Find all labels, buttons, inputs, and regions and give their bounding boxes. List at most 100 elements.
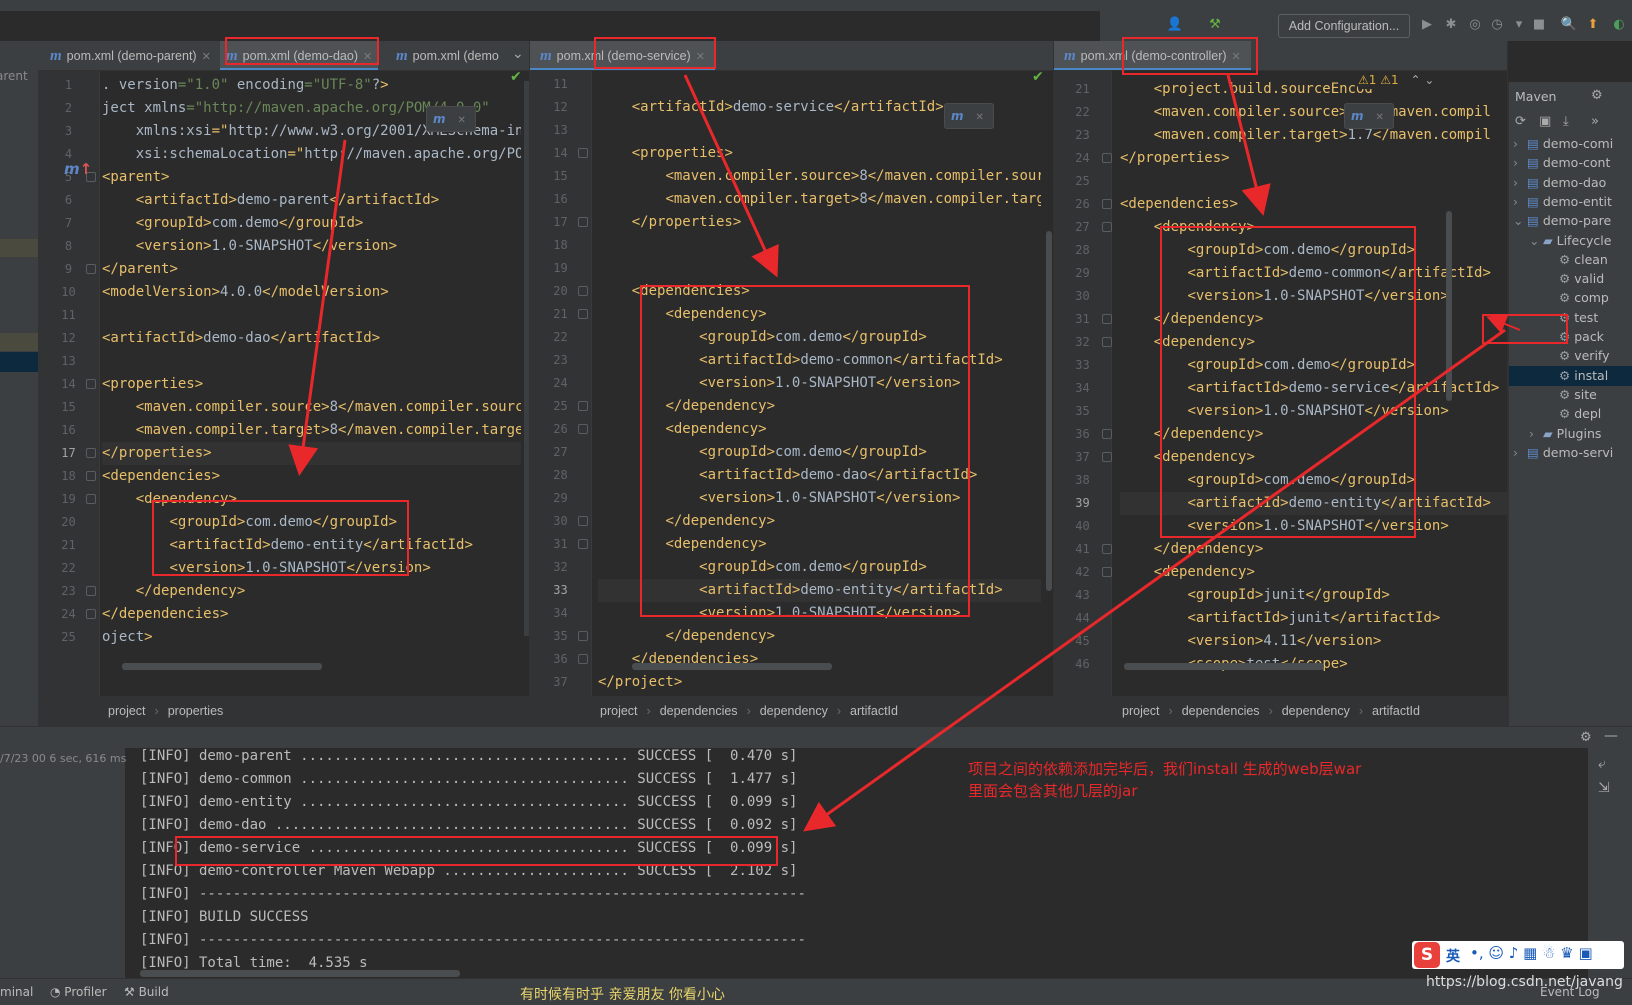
chevron-down-icon[interactable]: ⌄ <box>1424 73 1434 87</box>
chevron-up-icon[interactable]: ⌃ <box>1410 73 1420 87</box>
tab-pom-demo-service[interactable]: m pom.xml (demo-service) ✕ <box>530 41 715 70</box>
horizontal-scrollbar[interactable] <box>632 663 832 670</box>
code-area[interactable]: <artifactId>demo-service</artifactId> <p… <box>598 71 1041 696</box>
maven-tree-item[interactable]: › ▤ demo-servi <box>1509 443 1632 463</box>
plugin-icon[interactable]: ◐ <box>1610 16 1628 34</box>
build-tab[interactable]: ⚒ Build <box>124 979 169 1005</box>
profiler-tab[interactable]: ◔ Profiler <box>50 979 107 1005</box>
breadcrumb-item[interactable]: dependencies <box>660 697 738 725</box>
soft-wrap-icon[interactable]: ⤶ <box>1598 756 1606 772</box>
reload-icon[interactable]: ⟳ <box>1515 114 1526 129</box>
close-icon[interactable]: ✕ <box>1232 51 1241 63</box>
breadcrumb-item[interactable]: properties <box>168 697 224 725</box>
chevron-icon[interactable]: › <box>1529 424 1543 444</box>
fold-marker[interactable] <box>1102 153 1112 163</box>
stop-icon[interactable]: ■ <box>1530 16 1548 34</box>
fold-marker[interactable] <box>86 494 96 504</box>
chevron-icon[interactable]: › <box>1513 134 1527 154</box>
maven-tree-item[interactable]: ⚙ test <box>1509 308 1632 328</box>
fold-marker[interactable] <box>1102 429 1112 439</box>
fold-marker[interactable] <box>578 217 588 227</box>
vertical-scrollbar[interactable] <box>1446 211 1452 401</box>
chevron-down-icon[interactable]: ⌄ <box>512 46 524 62</box>
tab-pom-demo-more[interactable]: m pom.xml (demo <box>396 41 499 70</box>
breadcrumb-item[interactable]: project <box>108 697 146 725</box>
fold-marker[interactable] <box>86 586 96 596</box>
maven-tree-item[interactable]: › ▤ demo-comi <box>1509 134 1632 154</box>
profile-icon[interactable]: ◷ <box>1488 16 1506 34</box>
fold-marker[interactable] <box>1102 337 1112 347</box>
fold-marker[interactable] <box>578 309 588 319</box>
fold-marker[interactable] <box>86 264 96 274</box>
fold-marker[interactable] <box>1102 567 1112 577</box>
breadcrumb-item[interactable]: project <box>600 697 638 725</box>
chevron-icon[interactable]: › <box>1513 192 1527 212</box>
maven-tree-item[interactable]: ⚙ depl <box>1509 404 1632 424</box>
ime-tool-icons[interactable]: •, ☺ ♪ ▦ ☃ ♛ ▣ <box>1470 944 1593 962</box>
breadcrumb-item[interactable]: artifactId <box>1372 697 1420 725</box>
fold-marker[interactable] <box>578 401 588 411</box>
maven-reload-popup[interactable]: m ✕ <box>426 106 476 132</box>
folder-icon[interactable]: ▣ <box>1539 114 1551 129</box>
close-icon[interactable]: ✕ <box>696 51 705 63</box>
close-icon[interactable]: ✕ <box>363 51 372 63</box>
chevron-icon[interactable]: › <box>1513 443 1527 463</box>
fold-marker[interactable] <box>86 448 96 458</box>
breadcrumb-item[interactable]: artifactId <box>850 697 898 725</box>
maven-tree-item[interactable]: ⚙ comp <box>1509 288 1632 308</box>
maven-tree-item[interactable]: › ▤ demo-cont <box>1509 153 1632 173</box>
breadcrumb-item[interactable]: dependencies <box>1182 697 1260 725</box>
fold-marker[interactable] <box>1102 314 1112 324</box>
chevron-icon[interactable]: ⌄ <box>1513 211 1527 231</box>
maven-tree-item[interactable]: › ▰ Plugins <box>1509 424 1632 444</box>
build-hammer-icon[interactable]: ⚒ <box>1206 16 1224 34</box>
coverage-icon[interactable]: ◎ <box>1466 16 1484 34</box>
code-area[interactable]: . version="1.0" encoding="UTF-8"?> ject x… <box>102 71 521 696</box>
fold-marker[interactable] <box>1102 452 1112 462</box>
vertical-scrollbar[interactable] <box>1046 231 1052 591</box>
fold-marker[interactable] <box>578 631 588 641</box>
fold-marker[interactable] <box>1102 222 1112 232</box>
inspection-widget[interactable]: ⚠1 ⚠1 ⌃ ⌄ <box>1358 71 1507 89</box>
horizontal-scrollbar[interactable] <box>1124 663 1324 670</box>
chevron-icon[interactable]: › <box>1513 153 1527 173</box>
breadcrumb-item[interactable]: project <box>1122 697 1160 725</box>
minimize-icon[interactable]: — <box>1604 728 1618 744</box>
download-icon[interactable]: ⤓ <box>1563 114 1569 129</box>
maven-tree-item[interactable]: › ▤ demo-entit <box>1509 192 1632 212</box>
fold-marker[interactable] <box>86 471 96 481</box>
console-scrollbar[interactable] <box>140 970 460 977</box>
override-marker-icon[interactable]: m↑ <box>64 160 92 178</box>
run-icon[interactable]: ▶ <box>1418 16 1436 34</box>
maven-tree-item[interactable]: ⚙ site <box>1509 385 1632 405</box>
maven-tree-item[interactable]: › ▤ demo-dao <box>1509 173 1632 193</box>
more-icon[interactable]: » <box>1591 114 1599 129</box>
fold-marker[interactable] <box>86 379 96 389</box>
maven-reload-popup[interactable]: m ✕ <box>1344 103 1394 129</box>
maven-tree-item[interactable]: ⚙ clean <box>1509 250 1632 270</box>
gear-icon[interactable]: ⚙ <box>1580 730 1592 745</box>
chevron-icon[interactable]: › <box>1513 173 1527 193</box>
maven-tree-item[interactable]: ⚙ verify <box>1509 346 1632 366</box>
fold-marker[interactable] <box>86 609 96 619</box>
fold-marker[interactable] <box>578 654 588 664</box>
sogou-logo-icon[interactable]: S <box>1414 942 1440 968</box>
tab-pom-demo-dao[interactable]: m pom.xml (demo-dao) ✕ <box>220 41 379 70</box>
tab-pom-demo-parent[interactable]: m pom.xml (demo-parent) ✕ <box>50 41 211 70</box>
search-icon[interactable]: 🔍 <box>1560 16 1578 34</box>
maven-tree-item[interactable]: ⌄ ▤ demo-pare <box>1509 211 1632 231</box>
ime-language[interactable]: 英 <box>1446 946 1460 966</box>
debug-icon[interactable]: ✱ <box>1442 16 1460 34</box>
maven-tree-item[interactable]: ⌄ ▰ Lifecycle <box>1509 231 1632 251</box>
fold-marker[interactable] <box>578 148 588 158</box>
chevron-icon[interactable]: ⌄ <box>1529 231 1543 251</box>
dropdown-icon[interactable]: ▾ <box>1510 16 1528 34</box>
user-icon[interactable]: 👤 <box>1166 16 1184 34</box>
add-configuration-button[interactable]: Add Configuration... <box>1278 14 1410 38</box>
maven-tree-item[interactable]: ⚙ valid <box>1509 269 1632 289</box>
breadcrumb-item[interactable]: dependency <box>760 697 828 725</box>
breadcrumb-item[interactable]: dependency <box>1282 697 1350 725</box>
maven-tree-item[interactable]: ⚙ pack <box>1509 327 1632 347</box>
fold-marker[interactable] <box>578 539 588 549</box>
scroll-to-end-icon[interactable]: ⇲ <box>1598 780 1610 796</box>
